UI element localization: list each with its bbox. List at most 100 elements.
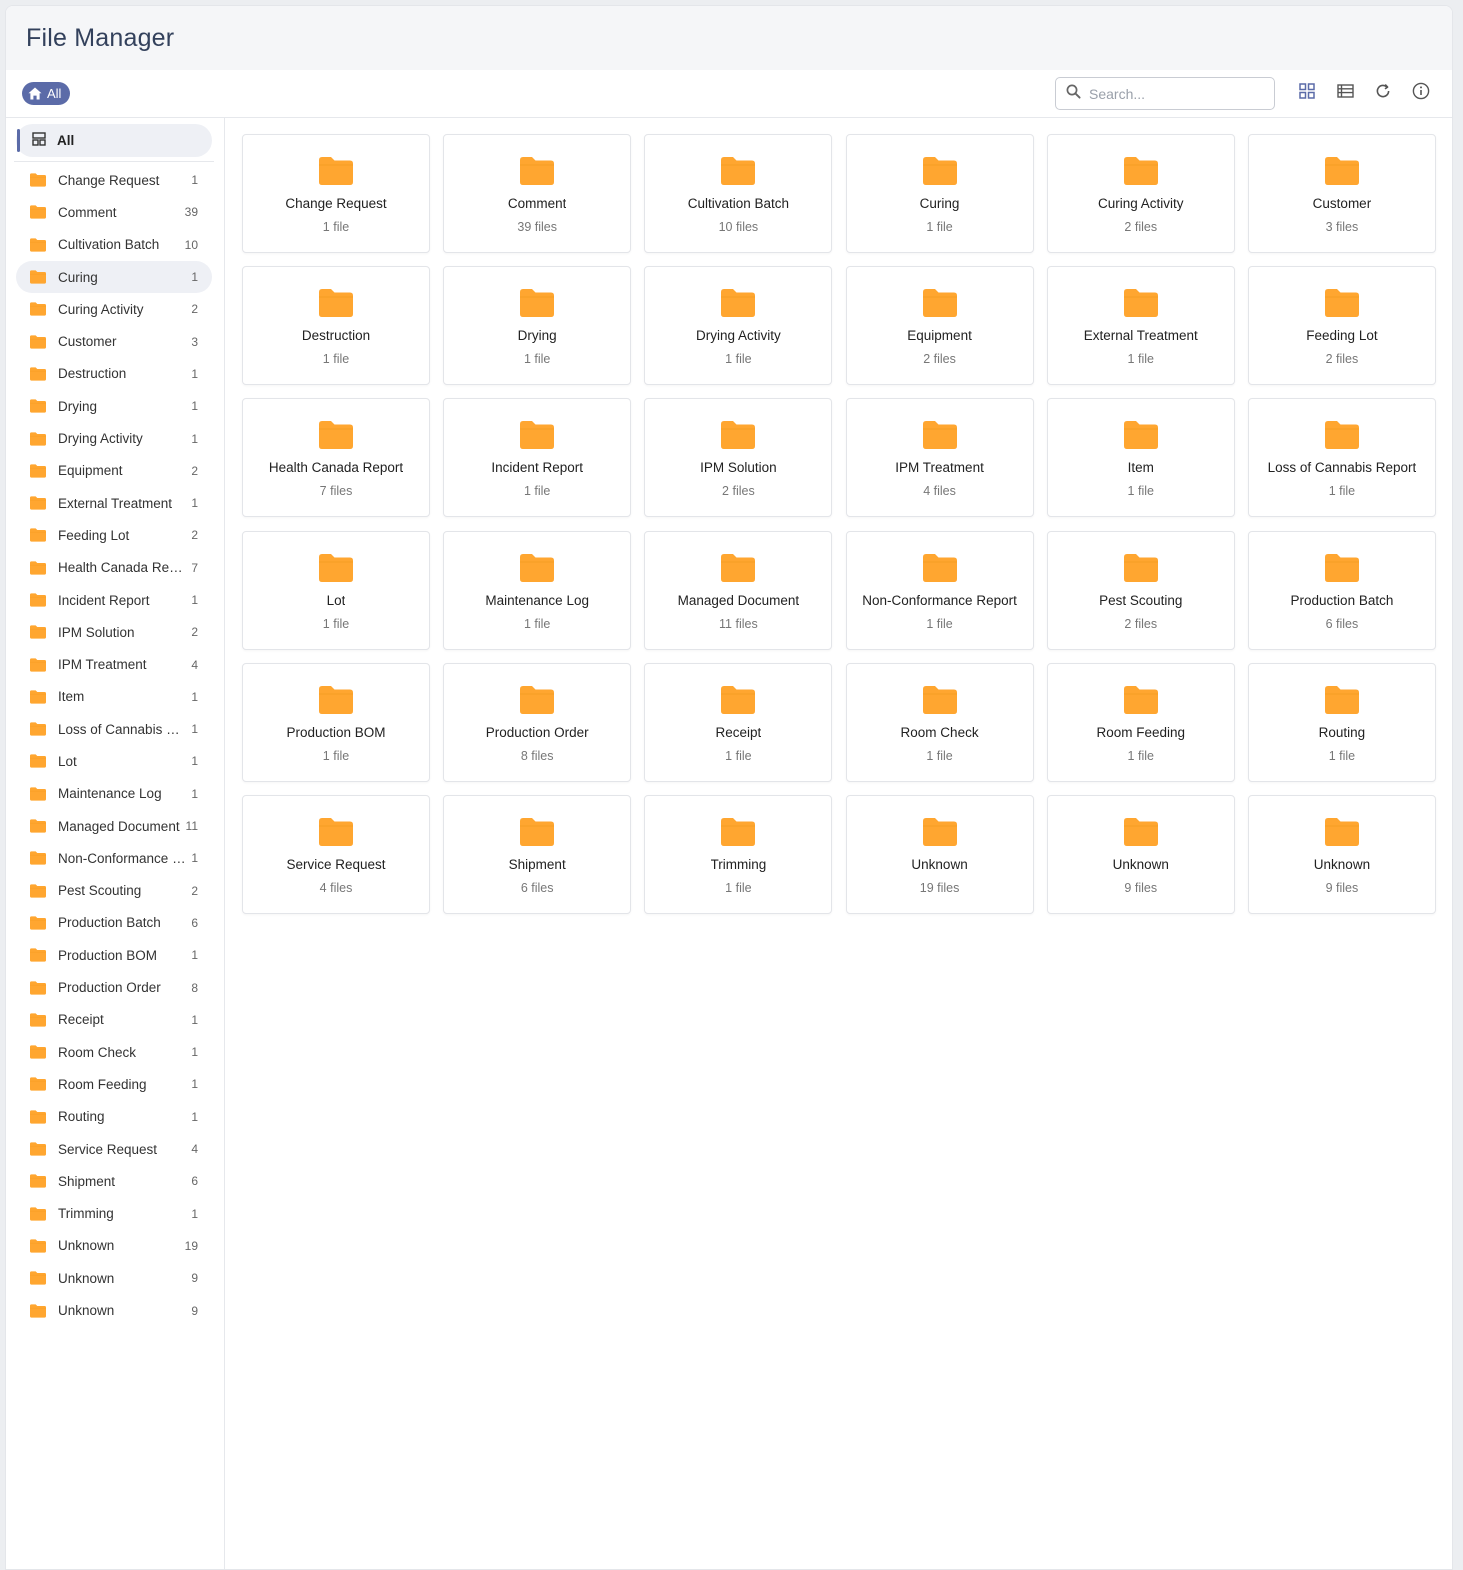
sidebar-item[interactable]: Change Request 1	[16, 164, 212, 196]
sidebar-item[interactable]: Drying Activity 1	[16, 422, 212, 454]
folder-file-count: 39 files	[517, 220, 557, 234]
sidebar-item[interactable]: Comment 39	[16, 196, 212, 228]
sidebar-item-label: Non-Conformance Report	[58, 850, 187, 866]
folder-card[interactable]: Health Canada Report 7 files	[242, 398, 430, 518]
sidebar-item[interactable]: Managed Document 11	[16, 810, 212, 842]
folder-icon	[30, 238, 46, 252]
sidebar-item[interactable]: Feeding Lot 2	[16, 519, 212, 551]
sidebar-item[interactable]: Room Check 1	[16, 1036, 212, 1068]
sidebar-item[interactable]: Equipment 2	[16, 455, 212, 487]
folder-card[interactable]: Production Batch 6 files	[1247, 530, 1436, 650]
sidebar-item[interactable]: Room Feeding 1	[16, 1068, 212, 1100]
folder-card[interactable]: Unknown 9 files	[1046, 794, 1235, 914]
sidebar-item[interactable]: Lot 1	[16, 745, 212, 777]
sidebar-item[interactable]: Curing 1	[16, 260, 212, 294]
sidebar-item[interactable]: IPM Treatment 4	[16, 648, 212, 680]
folder-card[interactable]: Shipment 6 files	[443, 794, 632, 914]
sidebar-item[interactable]: Destruction 1	[16, 358, 212, 390]
search-input[interactable]	[1089, 85, 1249, 102]
folder-card[interactable]: Curing 1 file	[845, 134, 1034, 253]
folder-icon	[721, 553, 756, 582]
sidebar-item[interactable]: Curing Activity 2	[16, 293, 212, 325]
folder-name: Equipment	[907, 328, 972, 344]
list-view-button[interactable]	[1330, 79, 1360, 109]
folder-card[interactable]: Routing 1 file	[1247, 662, 1436, 782]
folder-grid: Change Request 1 file Comment 39 files Culti…	[242, 134, 1436, 914]
folder-icon	[30, 1239, 46, 1253]
folder-card[interactable]: Room Feeding 1 file	[1046, 662, 1235, 782]
sidebar-item[interactable]: Production Batch 6	[16, 907, 212, 939]
sidebar-item[interactable]: Unknown 19	[16, 1230, 212, 1262]
folder-card[interactable]: Unknown 19 files	[845, 794, 1034, 914]
folder-icon	[30, 367, 46, 381]
sidebar-item[interactable]: Item 1	[16, 681, 212, 713]
sidebar-item-label: Cultivation Batch	[58, 237, 160, 253]
folder-icon	[1324, 421, 1359, 450]
folder-card[interactable]: Drying Activity 1 file	[644, 266, 833, 386]
folder-card[interactable]: Item 1 file	[1046, 398, 1235, 518]
info-button[interactable]	[1406, 79, 1436, 109]
folder-icon	[30, 173, 46, 187]
folder-card[interactable]: Feeding Lot 2 files	[1247, 266, 1436, 386]
folder-card[interactable]: Curing Activity 2 files	[1046, 134, 1235, 253]
sidebar-item[interactable]: Health Canada Report 7	[16, 552, 212, 584]
sidebar-item[interactable]: Shipment 6	[16, 1165, 212, 1197]
folder-card[interactable]: Maintenance Log 1 file	[443, 530, 632, 650]
folder-file-count: 2 files	[1124, 220, 1158, 234]
sidebar-item[interactable]: Unknown 9	[16, 1294, 212, 1326]
folder-card[interactable]: Trimming 1 file	[644, 794, 833, 914]
folder-card[interactable]: External Treatment 1 file	[1046, 266, 1235, 386]
sidebar-item-count: 39	[184, 205, 198, 220]
sidebar-item[interactable]: Maintenance Log 1	[16, 778, 212, 810]
folder-icon	[30, 690, 46, 704]
sidebar-item[interactable]: Loss of Cannabis Report 1	[16, 713, 212, 745]
folder-card[interactable]: Managed Document 11 files	[644, 530, 833, 650]
folder-card[interactable]: Change Request 1 file	[242, 134, 430, 253]
folder-card[interactable]: Incident Report 1 file	[443, 398, 632, 518]
sidebar-item[interactable]: Drying 1	[16, 390, 212, 422]
sidebar-item[interactable]: Receipt 1	[16, 1004, 212, 1036]
folder-card[interactable]: Unknown 9 files	[1247, 794, 1436, 914]
folder-card[interactable]: IPM Treatment 4 files	[845, 398, 1034, 518]
sidebar-item-count: 6	[191, 915, 198, 930]
sidebar-item[interactable]: Cultivation Batch 10	[16, 229, 212, 261]
sidebar-item-all[interactable]: All	[14, 124, 214, 162]
sidebar-item[interactable]: Routing 1	[16, 1101, 212, 1133]
sidebar-item[interactable]: Production Order 8	[16, 971, 212, 1003]
search-box[interactable]	[1055, 77, 1275, 110]
folder-card[interactable]: Comment 39 files	[443, 134, 632, 253]
sidebar-item[interactable]: Production BOM 1	[16, 939, 212, 971]
folder-card[interactable]: Loss of Cannabis Report 1 file	[1247, 398, 1436, 518]
sidebar-item[interactable]: External Treatment 1	[16, 487, 212, 519]
folder-icon	[1324, 685, 1359, 714]
folder-card[interactable]: Equipment 2 files	[845, 266, 1034, 386]
folder-name: Drying	[517, 328, 557, 344]
folder-card[interactable]: Receipt 1 file	[644, 662, 833, 782]
grid-view-button[interactable]	[1292, 79, 1322, 109]
folder-card[interactable]: Production BOM 1 file	[242, 662, 430, 782]
refresh-button[interactable]	[1368, 79, 1398, 109]
sidebar-item-count: 8	[191, 980, 198, 995]
folder-card[interactable]: Production Order 8 files	[443, 662, 632, 782]
sidebar-item[interactable]: Customer 3	[16, 325, 212, 357]
folder-card[interactable]: Pest Scouting 2 files	[1046, 530, 1235, 650]
folder-card[interactable]: Customer 3 files	[1247, 134, 1436, 253]
folder-card[interactable]: Non-Conformance Report 1 file	[845, 530, 1034, 650]
folder-card[interactable]: Lot 1 file	[242, 530, 430, 650]
sidebar-item[interactable]: Service Request 4	[16, 1133, 212, 1165]
sidebar-item[interactable]: Incident Report 1	[16, 584, 212, 616]
folder-icon	[1123, 817, 1158, 846]
folder-name: Cultivation Batch	[687, 196, 790, 211]
sidebar-item[interactable]: Trimming 1	[16, 1198, 212, 1230]
sidebar-item[interactable]: IPM Solution 2	[16, 616, 212, 648]
folder-card[interactable]: Cultivation Batch 10 files	[644, 134, 833, 253]
breadcrumb-home-chip[interactable]: All	[22, 82, 71, 105]
folder-card[interactable]: IPM Solution 2 files	[644, 398, 833, 518]
folder-card[interactable]: Destruction 1 file	[242, 266, 430, 386]
sidebar-item[interactable]: Unknown 9	[16, 1262, 212, 1294]
sidebar-item[interactable]: Non-Conformance Report 1	[16, 842, 212, 874]
folder-card[interactable]: Service Request 4 files	[242, 794, 430, 914]
folder-card[interactable]: Room Check 1 file	[845, 662, 1034, 782]
folder-card[interactable]: Drying 1 file	[443, 266, 632, 386]
sidebar-item[interactable]: Pest Scouting 2	[16, 875, 212, 907]
